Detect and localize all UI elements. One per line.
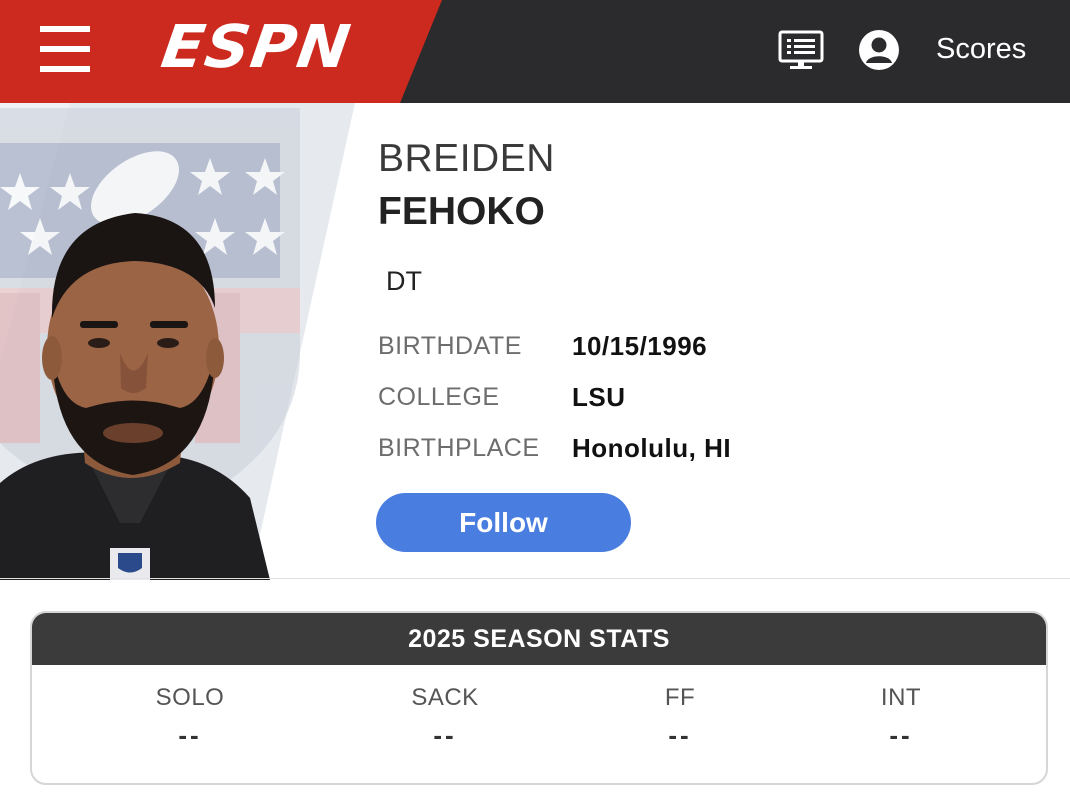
player-first-name: BREIDEN — [378, 137, 555, 180]
scores-link[interactable]: Scores — [936, 31, 1026, 67]
stat-label: SOLO — [155, 684, 225, 711]
stat-label: SACK — [411, 684, 479, 711]
player-headshot — [0, 103, 410, 580]
stat-solo: SOLO -- — [110, 683, 270, 751]
bio-label: BIRTHPLACE — [378, 434, 540, 462]
player-last-name: FEHOKO — [378, 190, 545, 233]
menu-icon[interactable] — [40, 26, 92, 74]
season-stats-card: 2025 SEASON STATS SOLO -- SACK -- FF -- … — [30, 611, 1048, 785]
stat-label: INT — [880, 684, 922, 711]
stat-value: -- — [178, 720, 202, 750]
bio-label: COLLEGE — [378, 383, 500, 411]
bio-label: BIRTHDATE — [378, 332, 522, 360]
espn-logo[interactable]: ESPN — [157, 12, 355, 81]
section-divider — [0, 578, 1070, 579]
bio-value: Honolulu, HI — [572, 433, 732, 463]
player-position: DT — [386, 266, 422, 296]
stat-value: -- — [433, 720, 457, 750]
bio-value[interactable]: LSU — [572, 381, 626, 413]
player-header: BREIDEN FEHOKO DT BIRTHDATE 10/15/1996 C… — [0, 103, 1070, 580]
follow-button[interactable]: Follow — [376, 493, 631, 552]
stat-int: INT -- — [821, 683, 981, 751]
bio-value: 10/15/1996 — [572, 331, 708, 361]
scoreboard-icon[interactable] — [778, 30, 824, 70]
stat-sack: SACK -- — [365, 683, 525, 751]
season-stats-title: 2025 SEASON STATS — [32, 613, 1046, 665]
stat-value: -- — [889, 720, 913, 750]
top-nav-bar: ESPN Scores — [0, 0, 1070, 103]
stat-ff: FF -- — [600, 683, 760, 751]
stat-value: -- — [668, 720, 692, 750]
account-icon[interactable] — [858, 29, 900, 71]
stat-label: FF — [664, 684, 696, 711]
